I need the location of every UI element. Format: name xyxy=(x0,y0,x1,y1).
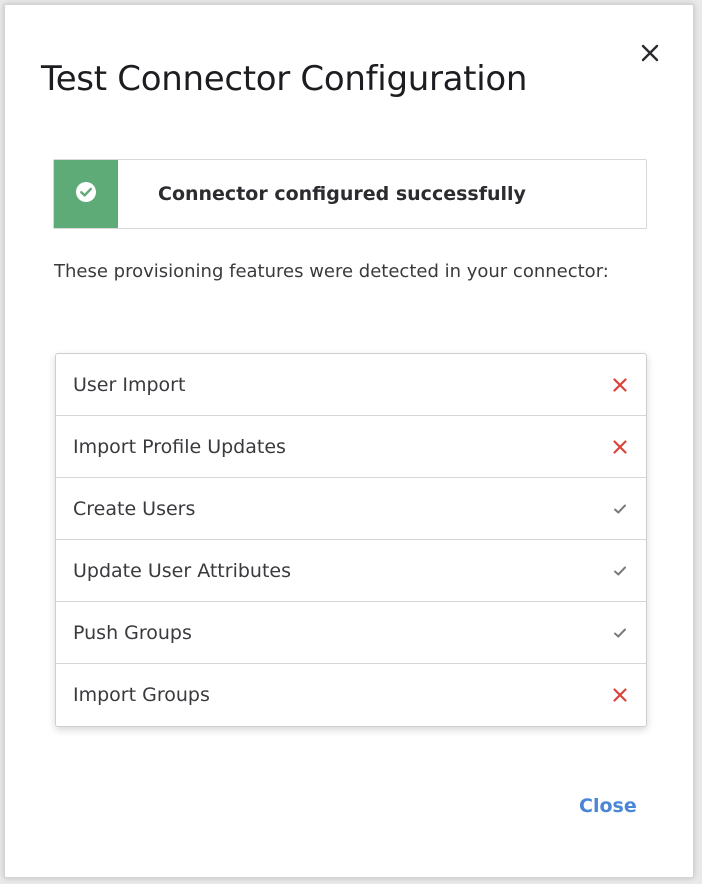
feature-list: User Import Import Profile Updates Creat… xyxy=(55,353,647,727)
feature-label: Push Groups xyxy=(73,621,192,644)
feature-label: Update User Attributes xyxy=(73,559,291,582)
feature-label: User Import xyxy=(73,373,186,396)
success-banner: Connector configured successfully xyxy=(53,159,647,229)
test-connector-dialog: Test Connector Configuration Connector c… xyxy=(4,4,694,878)
feature-row-import-profile-updates: Import Profile Updates xyxy=(56,416,646,478)
dialog-title: Test Connector Configuration xyxy=(41,59,528,99)
feature-row-push-groups: Push Groups xyxy=(56,602,646,664)
close-icon[interactable] xyxy=(637,40,663,66)
feature-label: Create Users xyxy=(73,497,196,520)
feature-row-create-users: Create Users xyxy=(56,478,646,540)
check-icon xyxy=(610,499,630,519)
feature-label: Import Groups xyxy=(73,684,210,706)
feature-row-import-groups: Import Groups xyxy=(56,664,646,726)
cross-icon xyxy=(610,685,630,705)
feature-label: Import Profile Updates xyxy=(73,435,286,458)
feature-row-user-import: User Import xyxy=(56,354,646,416)
cross-icon xyxy=(610,437,630,457)
check-circle-icon xyxy=(75,181,97,207)
banner-message: Connector configured successfully xyxy=(158,183,526,205)
check-icon xyxy=(610,561,630,581)
close-button[interactable]: Close xyxy=(579,795,637,817)
check-icon xyxy=(610,623,630,643)
feature-row-update-user-attributes: Update User Attributes xyxy=(56,540,646,602)
banner-status-strip xyxy=(54,160,118,228)
cross-icon xyxy=(610,375,630,395)
features-description: These provisioning features were detecte… xyxy=(54,261,609,282)
